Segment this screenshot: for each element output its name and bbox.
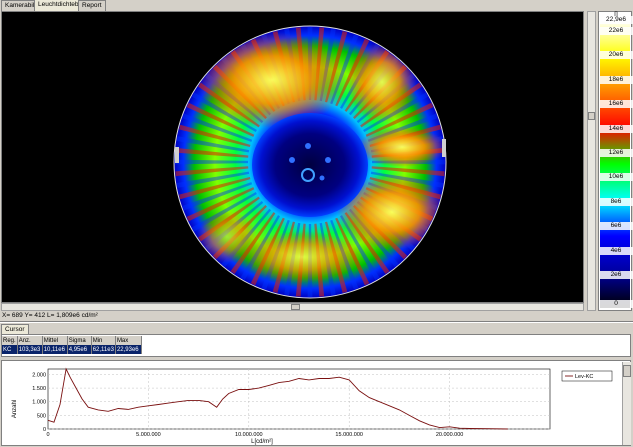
scale-label: 4e6 xyxy=(599,246,633,255)
image-vertical-scrollbar[interactable] xyxy=(587,11,596,311)
color-scale-legend: [] 22,9e6 22e6 20e6 18e6 16e6 14e6 12e6 10e6 8e6… xyxy=(598,11,633,311)
histogram-chart: Anzahl L[cd/m²] 05001.0001.5002.0000 5.00… xyxy=(12,367,613,445)
x-axis-label: L[cd/m²] xyxy=(251,439,273,445)
cell-anz: 103,3e3 xyxy=(17,345,43,354)
scale-label: 10e6 xyxy=(599,173,633,182)
histogram-panel: Anzahl L[cd/m²] 0 500 1.000 1.500 2.000 0 5.00… xyxy=(1,360,631,446)
tab-cursor[interactable]: Cursor xyxy=(1,324,29,334)
x-tick-label: 20.000.000 xyxy=(436,432,464,438)
cell-mittel: 10,11e6 xyxy=(42,345,68,354)
scale-label: 22e6 xyxy=(599,27,633,35)
scale-label: 8e6 xyxy=(599,197,633,206)
cell-min: 62,11e3 xyxy=(91,345,116,354)
image-vertical-scroll-thumb[interactable] xyxy=(588,112,595,120)
y-tick-label: 2.000 xyxy=(32,372,46,378)
color-scale-gradient xyxy=(600,20,630,308)
x-tick-label: 15.000.000 xyxy=(335,432,363,438)
y-tick-label: 500 xyxy=(37,413,46,419)
luminance-image-view[interactable] xyxy=(1,11,584,303)
scale-label: 6e6 xyxy=(599,222,633,231)
y-tick-label: 1.500 xyxy=(32,386,46,392)
x-tick-label: 0 xyxy=(46,432,49,438)
plot-area xyxy=(47,368,551,430)
legend-entry-label: Lev-KC xyxy=(575,374,593,380)
luminance-false-color-image xyxy=(173,25,447,299)
scale-label: 14e6 xyxy=(599,124,633,133)
tab-strip: Kamerabild Leuchtdichtebild Report xyxy=(0,0,633,11)
y-tick-label: 1.000 xyxy=(32,400,46,406)
histogram-vertical-scrollbar[interactable] xyxy=(622,362,631,445)
col-header-sigma[interactable]: Sigma xyxy=(67,336,92,345)
scale-label: 0 xyxy=(599,300,633,308)
scale-label: 18e6 xyxy=(599,75,633,84)
scale-label: 12e6 xyxy=(599,149,633,157)
cell-reg: KC xyxy=(2,345,18,354)
x-tick-label: 5.000.000 xyxy=(136,432,160,438)
scale-label: 20e6 xyxy=(599,51,633,60)
col-header-reg[interactable]: Reg. xyxy=(2,336,18,345)
x-tick-label: 10.000.000 xyxy=(235,432,263,438)
scale-label: 2e6 xyxy=(599,271,633,279)
col-header-anz[interactable]: Anz. xyxy=(17,336,43,345)
cell-sigma: 4,95e6 xyxy=(67,345,92,354)
col-header-max[interactable]: Max xyxy=(115,336,142,345)
table-row[interactable]: KC 103,3e3 10,11e6 4,95e6 62,11e3 22,93e… xyxy=(2,345,142,354)
table-header-row: Reg. Anz. Mittel Sigma Min Max xyxy=(2,336,142,345)
cursor-status-text: X= 689 Y= 412 L= 1,809e6 cd/m² xyxy=(2,312,98,319)
image-horizontal-scrollbar[interactable] xyxy=(1,303,584,311)
col-header-mittel[interactable]: Mittel xyxy=(42,336,68,345)
panel-splitter[interactable] xyxy=(0,321,633,323)
scale-label: 16e6 xyxy=(599,100,633,109)
col-header-min[interactable]: Min xyxy=(91,336,116,345)
cursor-stats-table: Reg. Anz. Mittel Sigma Min Max KC 103,3e… xyxy=(1,334,631,357)
image-horizontal-scroll-thumb[interactable] xyxy=(291,304,300,310)
scale-label: 22,9e6 xyxy=(599,16,633,24)
cell-max: 22,93e6 xyxy=(115,345,142,354)
y-axis-label: Anzahl xyxy=(12,400,18,418)
histogram-scroll-thumb[interactable] xyxy=(623,365,631,377)
tab-report[interactable]: Report xyxy=(78,0,106,11)
